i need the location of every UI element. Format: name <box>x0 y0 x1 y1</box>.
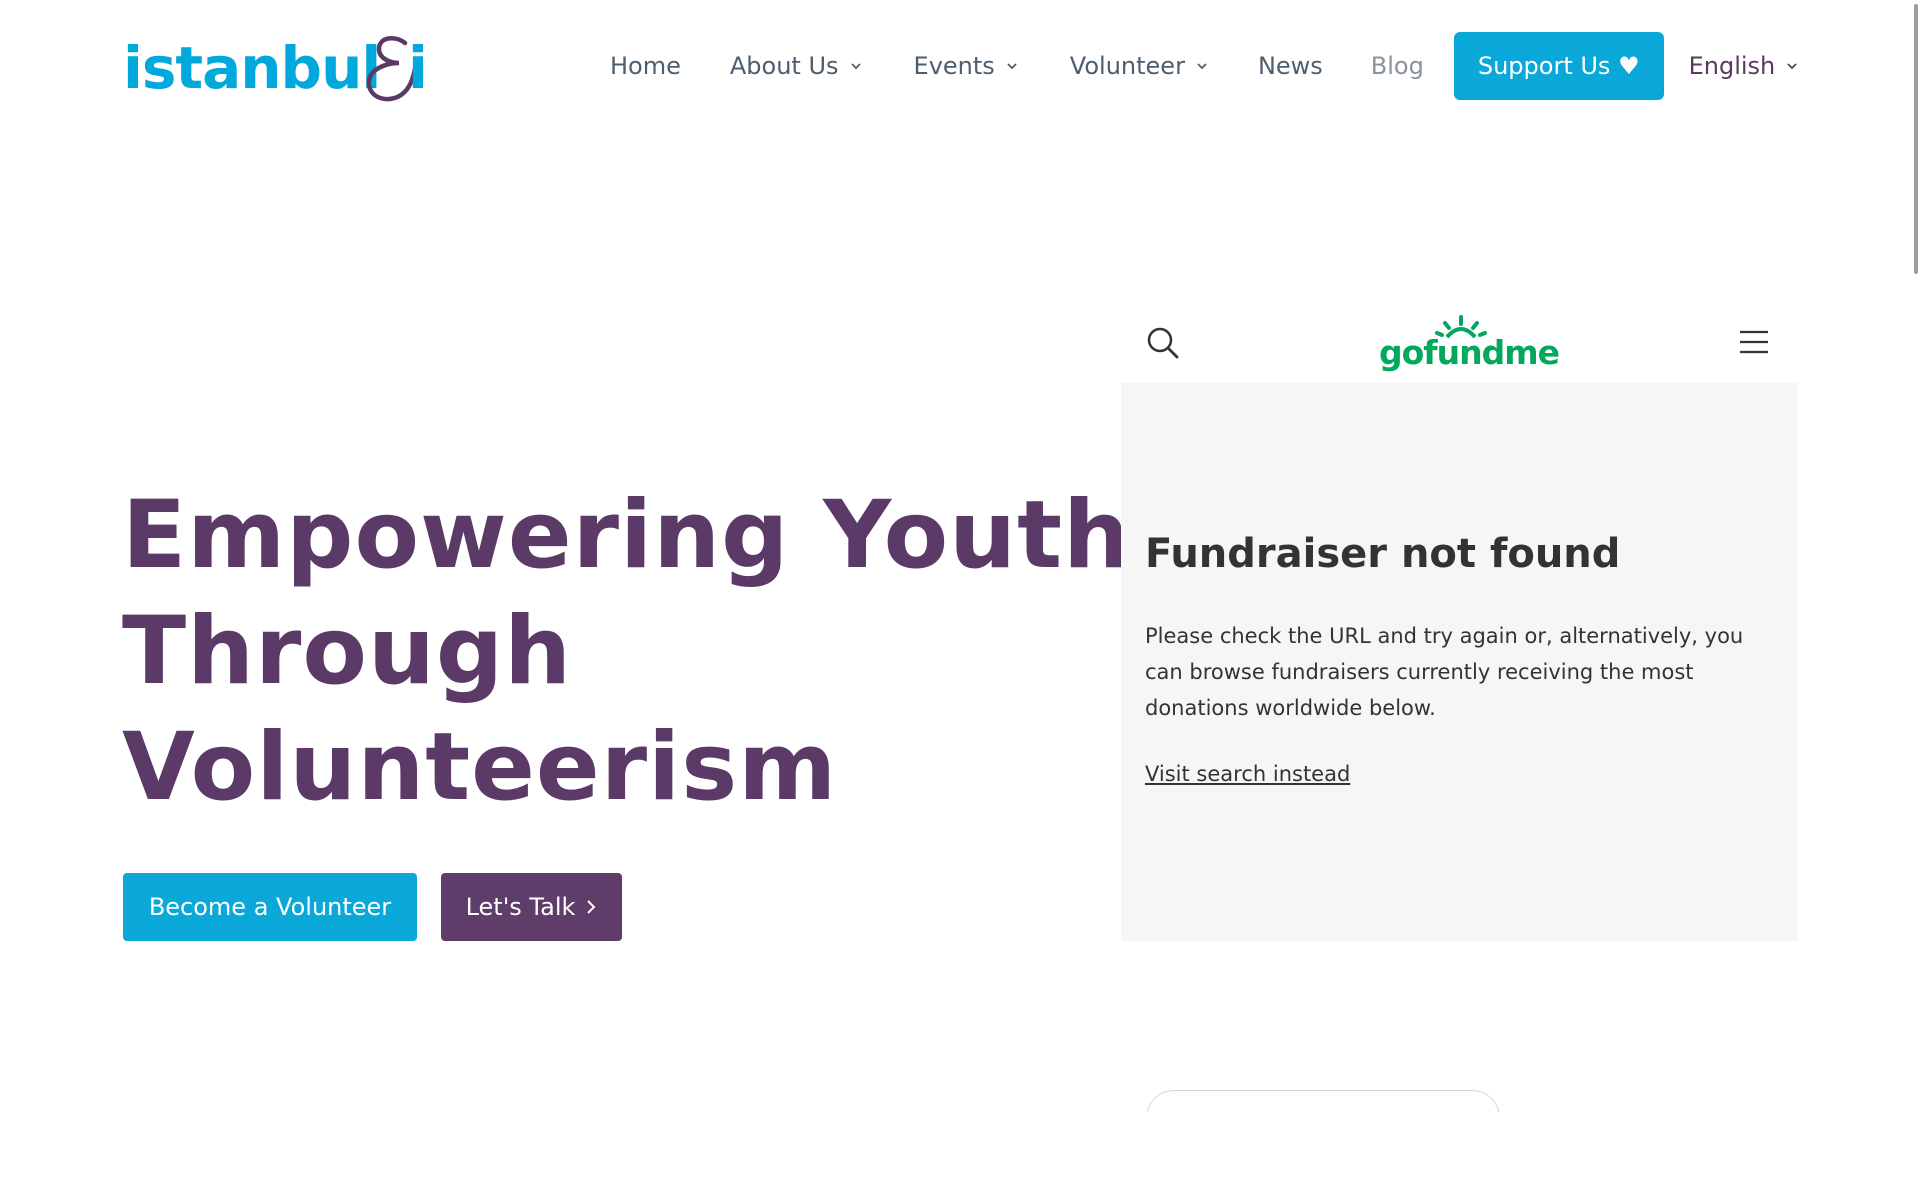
language-label: English <box>1688 52 1776 80</box>
nav-events[interactable]: Events <box>914 52 1019 80</box>
become-volunteer-label: Become a Volunteer <box>148 893 392 921</box>
main-nav: Home About Us Events Volunteer News Blog… <box>610 32 1799 100</box>
lets-talk-label: Let's Talk <box>465 893 576 921</box>
hero-title-line: Through <box>122 597 573 706</box>
hero-title-line: Volunteerism <box>122 713 838 822</box>
embed-header: gofundme <box>1121 305 1798 383</box>
embed-content: Fundraiser not found Please check the UR… <box>1121 383 1798 941</box>
gofundme-embed: gofundme Fundraiser not found Please che… <box>1121 305 1798 941</box>
menu-icon[interactable] <box>1739 329 1769 355</box>
hero-title: Empowering Youth Through Volunteerism <box>122 478 1131 826</box>
nav-volunteer-label: Volunteer <box>1069 52 1185 80</box>
nav-home[interactable]: Home <box>610 52 681 80</box>
become-volunteer-button[interactable]: Become a Volunteer <box>123 873 417 941</box>
nav-blog-label: Blog <box>1370 52 1424 80</box>
site-logo[interactable]: istanbul i <box>123 31 428 105</box>
lets-talk-button[interactable]: Let's Talk <box>441 873 622 941</box>
not-found-message: Please check the URL and try again or, a… <box>1145 624 1744 720</box>
search-icon[interactable] <box>1145 325 1181 361</box>
nav-events-label: Events <box>913 52 995 80</box>
hero-title-line: Empowering Youth <box>122 481 1131 590</box>
gofundme-wordmark: gofundme <box>1379 333 1560 372</box>
gofundme-logo[interactable]: gofundme <box>1379 315 1560 375</box>
chevron-down-icon <box>1007 63 1017 70</box>
logo-wordmark: istanbul <box>123 34 381 102</box>
nav-about-label: About Us <box>729 52 839 80</box>
chevron-down-icon <box>1197 63 1207 70</box>
visit-search-link[interactable]: Visit search instead <box>1145 762 1350 786</box>
nav-home-label: Home <box>610 52 681 80</box>
logo-tail-letter: i <box>408 34 428 102</box>
page-fold <box>1140 1112 1510 1132</box>
nav-news[interactable]: News <box>1258 52 1323 80</box>
language-selector[interactable]: English <box>1689 52 1800 80</box>
nav-news-label: News <box>1257 52 1323 80</box>
support-us-button[interactable]: Support Us ♥ <box>1453 32 1664 100</box>
nav-about[interactable]: About Us <box>730 52 863 80</box>
not-found-title: Fundraiser not found <box>1145 531 1621 577</box>
nav-volunteer[interactable]: Volunteer <box>1070 52 1209 80</box>
scrollbar-thumb[interactable] <box>1914 4 1918 274</box>
chevron-down-icon <box>850 63 861 70</box>
nav-blog[interactable]: Blog <box>1371 52 1424 80</box>
chevron-right-icon <box>587 900 596 914</box>
chevron-down-icon <box>1787 63 1797 70</box>
